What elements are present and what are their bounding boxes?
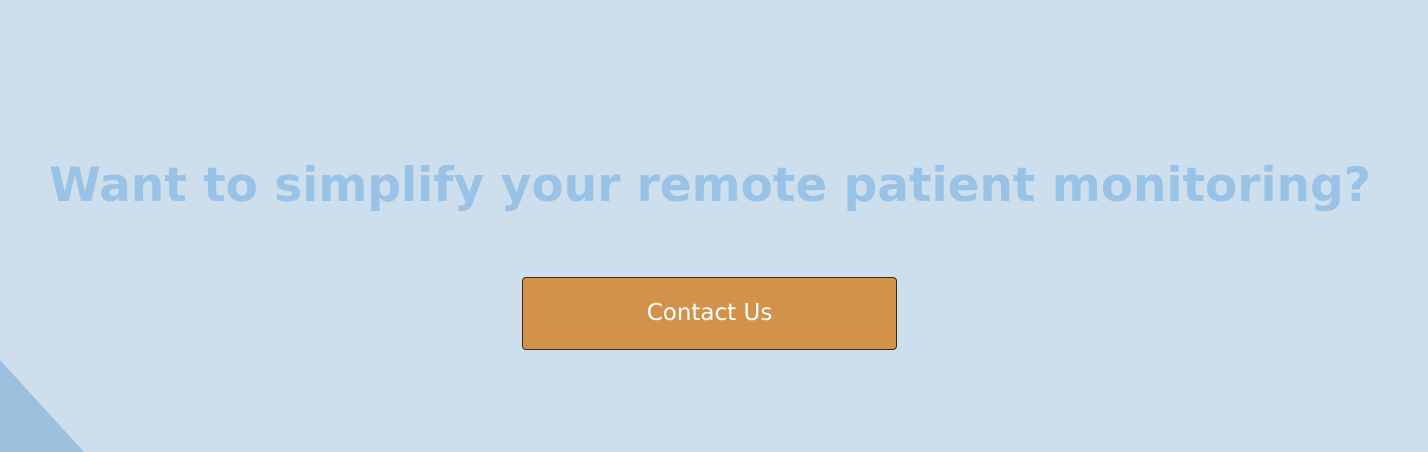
contact-us-button[interactable]: Contact Us	[522, 277, 897, 350]
cta-heading: Want to simplify your remote patient mon…	[49, 158, 1371, 213]
contact-cta-section: Want to simplify your remote patient mon…	[0, 0, 1428, 452]
decorative-corner-shape	[0, 360, 84, 452]
